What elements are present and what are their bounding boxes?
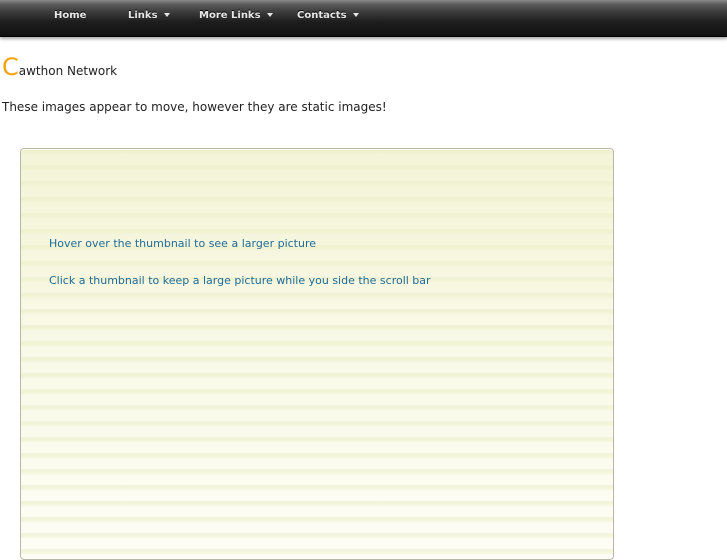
caret-down-icon: [163, 13, 170, 17]
hover-instruction: Hover over the thumbnail to see a larger…: [49, 237, 317, 250]
nav-item-label: Contacts: [297, 10, 347, 21]
brand-initial: C: [2, 53, 19, 81]
nav-item-contacts[interactable]: Contacts: [297, 10, 359, 21]
nav-item-links[interactable]: Links: [128, 10, 170, 21]
top-navbar: Home Links More Links Contacts: [0, 0, 727, 37]
nav-item-label: Home: [54, 10, 87, 21]
nav-item-label: Links: [128, 10, 158, 21]
nav-item-home[interactable]: Home: [54, 10, 86, 21]
caret-down-icon: [352, 13, 359, 17]
intro-text: These images appear to move, however the…: [2, 100, 387, 114]
caret-down-icon: [266, 13, 273, 17]
nav-item-more-links[interactable]: More Links: [199, 10, 273, 21]
click-instruction: Click a thumbnail to keep a large pictur…: [49, 274, 431, 287]
site-brand[interactable]: Cawthon Network: [2, 53, 117, 81]
brand-name: awthon Network: [18, 64, 118, 78]
thumbnail-gallery-panel[interactable]: Hover over the thumbnail to see a larger…: [20, 148, 614, 560]
nav-item-label: More Links: [199, 10, 261, 21]
